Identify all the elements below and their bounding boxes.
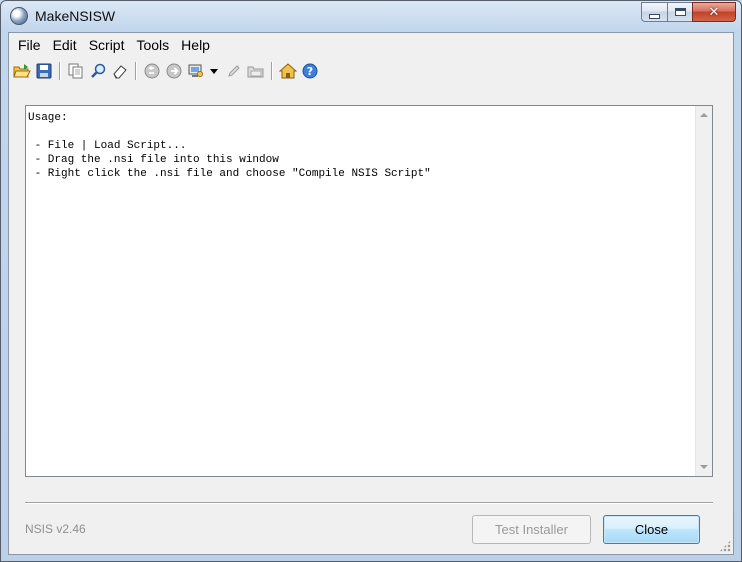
scroll-down-icon[interactable] [700,465,708,469]
menu-script[interactable]: Script [83,34,131,56]
caption-buttons: ✕ [641,2,736,24]
open-script-icon[interactable] [12,61,32,81]
menu-bar: File Edit Script Tools Help [9,33,733,57]
toolbar: ? [9,59,733,83]
svg-text:?: ? [307,65,313,78]
nsis-home-icon[interactable] [278,61,298,81]
copy-icon[interactable] [66,61,86,81]
test-installer-icon[interactable] [164,61,184,81]
maximize-icon [674,8,686,16]
version-label: NSIS v2.46 [25,522,86,536]
edit-script-icon[interactable] [224,61,244,81]
save-output-icon[interactable] [34,61,54,81]
help-icon[interactable]: ? [300,61,320,81]
vertical-scrollbar[interactable] [695,106,712,476]
test-installer-button[interactable]: Test Installer [472,515,591,544]
browse-script-icon[interactable] [246,61,266,81]
minimize-button[interactable] [641,2,667,22]
menu-tools[interactable]: Tools [130,34,175,56]
toolbar-separator [271,62,273,80]
close-button[interactable]: Close [603,515,700,544]
log-text: Usage: - File | Load Script... - Drag th… [28,112,431,180]
find-icon[interactable] [88,61,108,81]
menu-help[interactable]: Help [175,34,216,56]
recompile-icon[interactable] [142,61,162,81]
title-bar[interactable]: MakeNSISW ✕ [1,1,741,32]
clear-log-icon[interactable] [110,61,130,81]
toolbar-separator [59,62,61,80]
resize-grip[interactable] [719,540,731,552]
maximize-button[interactable] [667,2,692,22]
client-area: File Edit Script Tools Help ? Usage: - F… [8,32,734,555]
menu-edit[interactable]: Edit [47,34,83,56]
toolbar-separator [135,62,137,80]
scroll-up-icon[interactable] [700,113,708,117]
close-icon: ✕ [708,4,720,20]
main-window: MakeNSISW ✕ File Edit Script Tools Help [0,0,742,562]
chevron-down-icon[interactable] [210,68,218,74]
menu-file[interactable]: File [12,34,47,56]
minimize-icon [649,13,660,19]
nsis-app-icon [10,7,28,25]
footer-divider [25,502,713,504]
compressor-icon[interactable] [186,61,206,81]
close-window-button[interactable]: ✕ [692,2,736,22]
window-title: MakeNSISW [35,8,116,24]
output-log[interactable]: Usage: - File | Load Script... - Drag th… [25,105,713,477]
